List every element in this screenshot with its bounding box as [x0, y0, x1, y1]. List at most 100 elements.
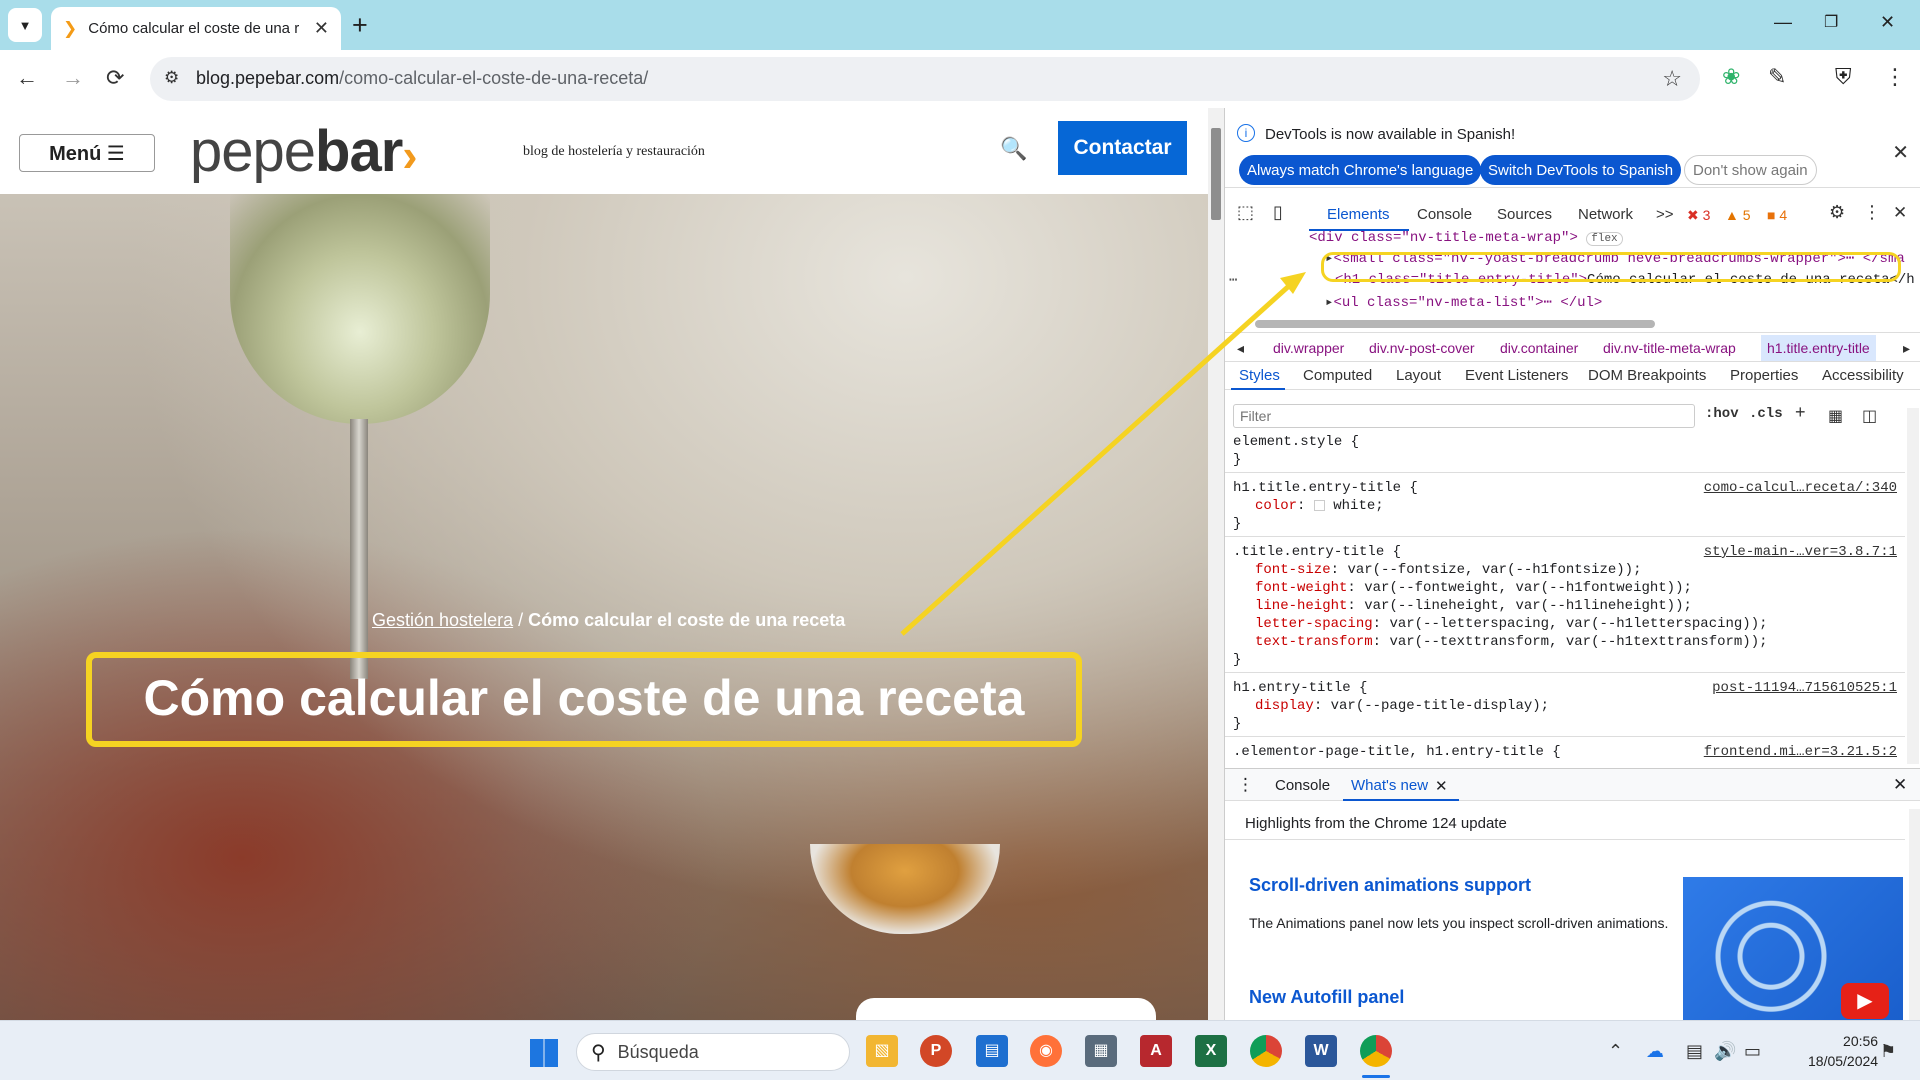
toggle-sidebar-icon[interactable]: ◫ — [1862, 406, 1877, 426]
menu-button[interactable]: Menú ☰ — [19, 134, 155, 172]
windows-start-icon[interactable] — [530, 1039, 558, 1067]
drawer-menu-icon[interactable]: ⋮ — [1237, 775, 1254, 795]
subtab-layout[interactable]: Layout — [1396, 367, 1441, 384]
subtab-dom-breakpoints[interactable]: DOM Breakpoints — [1588, 367, 1706, 384]
minimize-icon[interactable]: — — [1774, 12, 1792, 33]
error-count-badge[interactable]: ✖ 3 — [1687, 207, 1710, 224]
drawer-tab-console[interactable]: Console — [1275, 777, 1330, 794]
css-rule-elementor-selector[interactable]: .elementor-page-title, h1.entry-title { — [1233, 744, 1561, 760]
subtab-event-listeners[interactable]: Event Listeners — [1465, 367, 1568, 384]
dom-node-meta-list[interactable]: ▸<ul class="nv-meta-list">⋯ </ul> — [1325, 294, 1602, 311]
breadcrumb-link[interactable]: Gestión hostelera — [372, 610, 513, 630]
breadcrumb-h1-selected[interactable]: h1.title.entry-title — [1761, 335, 1876, 361]
dont-show-again-button[interactable]: Don't show again — [1684, 155, 1817, 185]
inspect-element-icon[interactable]: ⬚ — [1237, 202, 1254, 223]
floating-widget[interactable] — [856, 998, 1156, 1020]
outlook-calendar-icon[interactable]: ▤ — [976, 1035, 1008, 1067]
css-rule-title-entry-selector[interactable]: .title.entry-title { — [1233, 544, 1401, 560]
css-rule-h1-title-source[interactable]: como-calcul…receta/:340 — [1704, 480, 1897, 496]
contact-button[interactable]: Contactar — [1058, 121, 1187, 175]
new-tab-button[interactable]: + — [352, 10, 368, 40]
browser-tab-active[interactable]: ❯ Cómo calcular el coste de una r ✕ — [51, 7, 341, 50]
tray-chevron-up-icon[interactable]: ⌃ — [1608, 1041, 1623, 1062]
profile-shield-icon[interactable]: ⛨ — [1835, 64, 1852, 90]
network-icon[interactable]: ▤ — [1686, 1041, 1703, 1062]
address-bar[interactable]: ⚙ blog.pepebar.com/como-calcular-el-cost… — [150, 57, 1700, 101]
access-icon[interactable]: A — [1140, 1035, 1172, 1067]
cls-toggle[interactable]: .cls — [1749, 406, 1783, 422]
css-rule-element-style[interactable]: element.style { — [1233, 434, 1359, 450]
css-prop-font-weight[interactable]: font-weight: var(--fontweight, var(--h1f… — [1255, 580, 1692, 596]
more-menu-icon[interactable]: ⋮ — [1884, 64, 1906, 90]
breadcrumb-div-title-meta-wrap[interactable]: div.nv-title-meta-wrap — [1603, 340, 1736, 356]
drawer-scrollbar[interactable] — [1909, 809, 1920, 1020]
subtab-accessibility[interactable]: Accessibility — [1822, 367, 1904, 384]
dom-ellipsis[interactable]: ⋯ — [1229, 272, 1237, 289]
match-language-button[interactable]: Always match Chrome's language — [1239, 155, 1482, 185]
close-drawer-icon[interactable]: ✕ — [1893, 775, 1907, 795]
reload-icon[interactable]: ⟳ — [106, 65, 124, 91]
search-icon[interactable]: 🔍 — [1000, 136, 1027, 162]
paint-brush-icon[interactable]: ▦ — [1828, 406, 1843, 426]
subtab-styles[interactable]: Styles — [1239, 367, 1280, 384]
powerpoint-icon[interactable]: P — [920, 1035, 952, 1067]
site-settings-icon[interactable]: ⚙ — [164, 68, 179, 88]
tab-search-button[interactable]: ▼ — [8, 8, 42, 42]
close-whats-new-icon[interactable]: ✕ — [1435, 777, 1448, 795]
battery-icon[interactable]: ▭ — [1744, 1041, 1761, 1062]
tab-sources[interactable]: Sources — [1497, 206, 1552, 223]
css-prop-color[interactable]: color: white; — [1255, 498, 1384, 514]
firefox-icon[interactable]: ◉ — [1030, 1035, 1062, 1067]
extension-leaf-icon[interactable]: ❀ — [1722, 64, 1740, 90]
css-prop-font-size[interactable]: font-size: var(--fontsize, var(--h1fonts… — [1255, 562, 1642, 578]
back-arrow-icon[interactable]: ← — [16, 65, 38, 91]
breadcrumb-div-container[interactable]: div.container — [1500, 340, 1578, 356]
dom-node-title-meta-wrap[interactable]: <div class="nv-title-meta-wrap"> flex — [1309, 230, 1623, 246]
dom-scrollbar-thumb[interactable] — [1255, 320, 1655, 328]
calculator-icon[interactable]: ▦ — [1085, 1035, 1117, 1067]
css-prop-letter-spacing[interactable]: letter-spacing: var(--letterspacing, var… — [1255, 616, 1768, 632]
subtab-properties[interactable]: Properties — [1730, 367, 1798, 384]
close-devtools-icon[interactable]: ✕ — [1893, 203, 1907, 223]
tab-console[interactable]: Console — [1417, 206, 1472, 223]
styles-filter-input[interactable] — [1233, 404, 1695, 428]
close-tab-icon[interactable]: ✕ — [314, 18, 329, 39]
breadcrumb-div-wrapper[interactable]: div.wrapper — [1273, 340, 1344, 356]
hov-toggle[interactable]: :hov — [1705, 406, 1739, 422]
page-scrollbar-thumb[interactable] — [1211, 128, 1221, 220]
volume-icon[interactable]: 🔊 — [1714, 1041, 1736, 1062]
whats-new-scroll-heading[interactable]: Scroll-driven animations support — [1249, 875, 1531, 896]
dom-horizontal-scrollbar[interactable] — [1235, 318, 1895, 330]
whats-new-video-thumbnail[interactable]: ▶ — [1683, 877, 1903, 1020]
forward-arrow-icon[interactable]: → — [62, 65, 84, 91]
notification-bell-icon[interactable]: ⚑ — [1880, 1041, 1896, 1062]
flex-badge[interactable]: flex — [1586, 232, 1623, 246]
css-prop-display[interactable]: display: var(--page-title-display); — [1255, 698, 1549, 714]
subtab-computed[interactable]: Computed — [1303, 367, 1372, 384]
breadcrumb-div-post-cover[interactable]: div.nv-post-cover — [1369, 340, 1475, 356]
css-rule-h1-entry-selector[interactable]: h1.entry-title { — [1233, 680, 1367, 696]
breadcrumb-left-arrow[interactable]: ◂ — [1237, 340, 1244, 357]
taskbar-search[interactable]: ⚲ Búsqueda — [576, 1033, 850, 1071]
more-tabs-icon[interactable]: >> — [1656, 206, 1674, 223]
word-icon[interactable]: W — [1305, 1035, 1337, 1067]
page-scrollbar[interactable] — [1208, 108, 1224, 1020]
bookmark-star-icon[interactable]: ☆ — [1662, 66, 1682, 92]
styles-vertical-scrollbar[interactable] — [1907, 408, 1919, 764]
whats-new-autofill-heading[interactable]: New Autofill panel — [1249, 987, 1404, 1008]
pepebar-logo[interactable]: pepebar› — [190, 118, 418, 185]
tab-network[interactable]: Network — [1578, 206, 1633, 223]
css-rule-title-entry-source[interactable]: style-main-…ver=3.8.7:1 — [1704, 544, 1897, 560]
warning-count-badge[interactable]: ▲ 5 — [1725, 207, 1751, 223]
switch-spanish-button[interactable]: Switch DevTools to Spanish — [1480, 155, 1682, 185]
drawer-tab-whats-new[interactable]: What's new — [1351, 777, 1428, 794]
youtube-play-icon[interactable]: ▶ — [1841, 983, 1889, 1019]
extensions-puzzle-icon[interactable]: ✎ — [1768, 64, 1786, 90]
tab-elements[interactable]: Elements — [1327, 206, 1390, 223]
css-rule-h1-entry-source[interactable]: post-11194…715610525:1 — [1712, 680, 1897, 696]
css-prop-line-height[interactable]: line-height: var(--lineheight, var(--h1l… — [1255, 598, 1692, 614]
onedrive-cloud-icon[interactable]: ☁ — [1646, 1041, 1664, 1062]
css-rule-elementor-source[interactable]: frontend.mi…er=3.21.5:2 — [1704, 744, 1897, 760]
color-swatch[interactable] — [1313, 499, 1325, 511]
devtools-menu-icon[interactable]: ⋮ — [1863, 202, 1881, 223]
